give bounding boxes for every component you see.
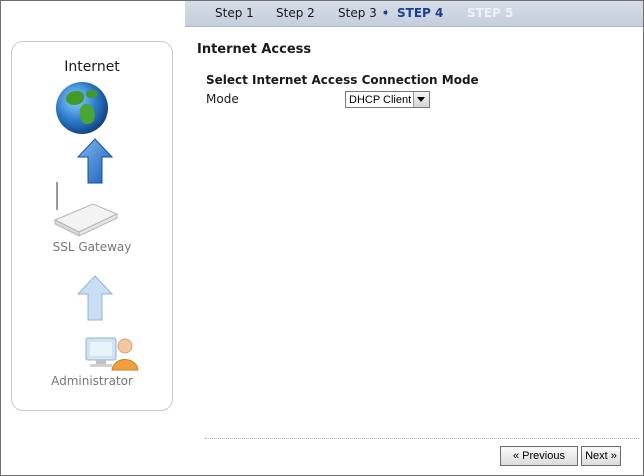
previous-button[interactable]: « Previous xyxy=(500,446,578,466)
mode-select[interactable]: DHCP Client xyxy=(345,91,430,108)
chevron-down-icon[interactable] xyxy=(413,92,429,107)
router-icon xyxy=(53,182,119,237)
next-button[interactable]: Next » xyxy=(581,446,621,466)
administrator-icon xyxy=(85,337,139,371)
step-3[interactable]: Step 3 xyxy=(338,6,377,20)
page-title: Internet Access xyxy=(197,42,312,57)
mode-label: Mode xyxy=(206,92,239,106)
arrow-up-icon xyxy=(76,138,114,184)
step-4: STEP 4 xyxy=(397,6,444,20)
gateway-label: SSL Gateway xyxy=(52,240,132,254)
step-arrow-icon: ➧ xyxy=(381,6,391,19)
step-bar: Step 1 Step 2 Step 3 ➧ STEP 4 STEP 5 xyxy=(185,1,643,27)
globe-icon xyxy=(56,82,108,134)
administrator-label: Administrator xyxy=(51,374,133,388)
section-title: Select Internet Access Connection Mode xyxy=(206,73,479,87)
internet-label: Internet xyxy=(64,59,120,75)
step-5: STEP 5 xyxy=(467,6,514,20)
arrow-up-icon xyxy=(76,275,114,321)
wizard-window: Step 1 Step 2 Step 3 ➧ STEP 4 STEP 5 Int… xyxy=(0,0,644,476)
step-2[interactable]: Step 2 xyxy=(276,6,315,20)
mode-select-value: DHCP Client xyxy=(349,94,412,106)
step-1[interactable]: Step 1 xyxy=(215,6,254,20)
connection-diagram: Internet SSL Gateway Administrator xyxy=(11,41,173,411)
divider xyxy=(205,438,639,439)
